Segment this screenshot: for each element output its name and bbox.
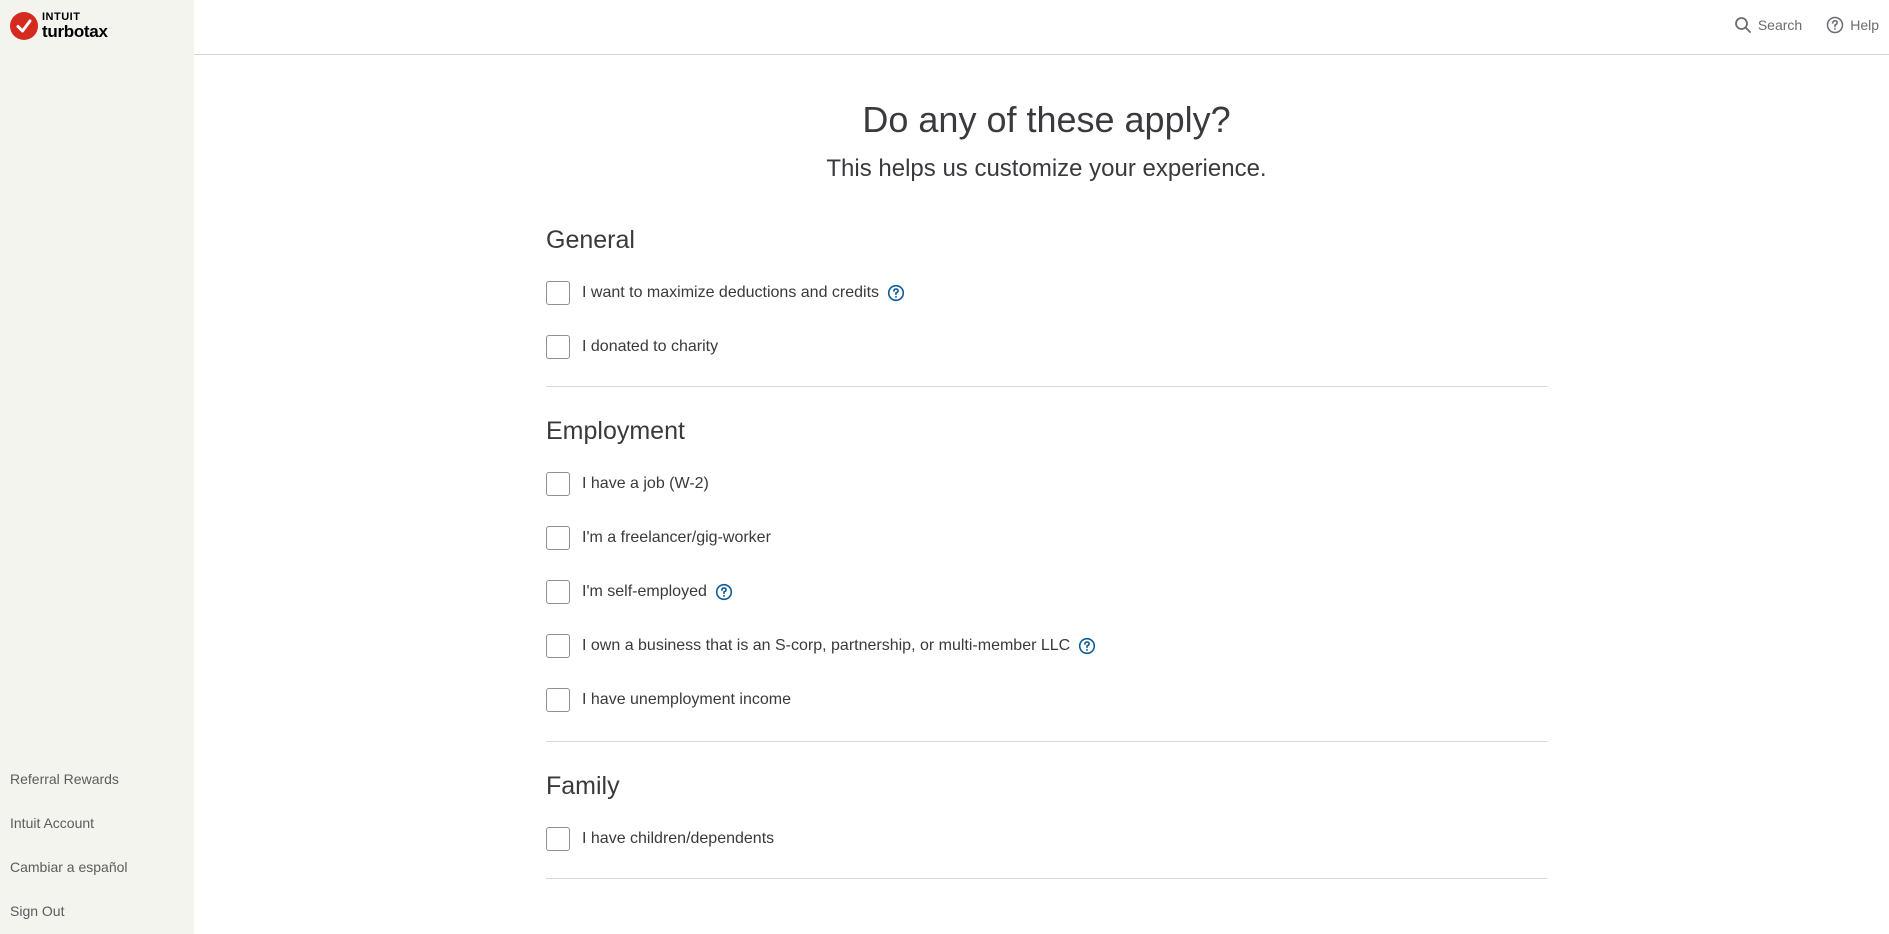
option-checkbox[interactable] (546, 634, 570, 658)
option-label[interactable]: I have a job (W-2) (582, 475, 709, 493)
sidebar-links: Referral Rewards Intuit Account Cambiar … (10, 768, 128, 934)
option-label[interactable]: I donated to charity (582, 338, 718, 356)
option-row[interactable]: I have unemployment income (546, 673, 1547, 727)
option-label[interactable]: I have children/dependents (582, 830, 774, 848)
section-title: Employment (546, 417, 685, 445)
option-row[interactable]: I have children/dependents (546, 812, 1547, 866)
options-sections: General I want to maximize deductions and… (546, 184, 1547, 879)
option-label[interactable]: I'm self-employed (582, 583, 707, 601)
search-label: Search (1757, 17, 1803, 33)
option-row[interactable]: I have a job (W-2) (546, 457, 1547, 511)
page-title: Do any of these apply? (862, 99, 1231, 140)
question-circle-icon[interactable] (887, 284, 905, 302)
help-button[interactable]: Help (1826, 16, 1879, 34)
option-label[interactable]: I own a business that is an S-corp, part… (582, 637, 1070, 655)
option-checkbox[interactable] (546, 526, 570, 550)
section-title: Family (546, 772, 620, 800)
section-family: Family I have children/dependents (546, 742, 1547, 879)
question-circle-icon[interactable] (1078, 637, 1096, 655)
sidebar-link-intuit-account[interactable]: Intuit Account (10, 812, 128, 856)
main-content: Do any of these apply? This helps us cus… (546, 96, 1547, 879)
option-row[interactable]: I'm self-employed (546, 565, 1547, 619)
search-button[interactable]: Search (1734, 16, 1802, 34)
sidebar-link-spanish[interactable]: Cambiar a español (10, 856, 128, 900)
page-subtitle: This helps us customize your experience. (826, 155, 1267, 182)
section-general: General I want to maximize deductions and… (546, 184, 1547, 387)
search-icon (1734, 17, 1751, 33)
option-checkbox[interactable] (546, 281, 570, 305)
help-label: Help (1850, 17, 1879, 33)
question-circle-icon[interactable] (715, 583, 733, 601)
option-checkbox[interactable] (546, 335, 570, 359)
section-title: General (546, 226, 635, 254)
option-label[interactable]: I'm a freelancer/gig-worker (582, 529, 771, 547)
option-checkbox[interactable] (546, 472, 570, 496)
option-checkbox[interactable] (546, 688, 570, 712)
logo-product: turbotax (42, 22, 108, 41)
top-bar: Search Help (194, 0, 1889, 55)
sidebar-link-referral-rewards[interactable]: Referral Rewards (10, 768, 128, 812)
turbotax-logo[interactable]: INTUIT turbotax (10, 12, 108, 40)
option-checkbox[interactable] (546, 580, 570, 604)
help-icon (1826, 16, 1844, 34)
option-checkbox[interactable] (546, 827, 570, 851)
option-label[interactable]: I want to maximize deductions and credit… (582, 284, 879, 302)
sidebar-link-sign-out[interactable]: Sign Out (10, 900, 128, 934)
section-employment: Employment I have a job (W-2) I'm a freela… (546, 387, 1547, 742)
option-row[interactable]: I'm a freelancer/gig-worker (546, 511, 1547, 565)
sidebar: INTUIT turbotax Referral Rewards Intuit … (0, 0, 194, 934)
option-row[interactable]: I donated to charity (546, 320, 1547, 374)
option-row[interactable]: I want to maximize deductions and credit… (546, 266, 1547, 320)
option-row[interactable]: I own a business that is an S-corp, part… (546, 619, 1547, 673)
option-label[interactable]: I have unemployment income (582, 691, 791, 709)
checkmark-logo-icon (10, 12, 38, 40)
